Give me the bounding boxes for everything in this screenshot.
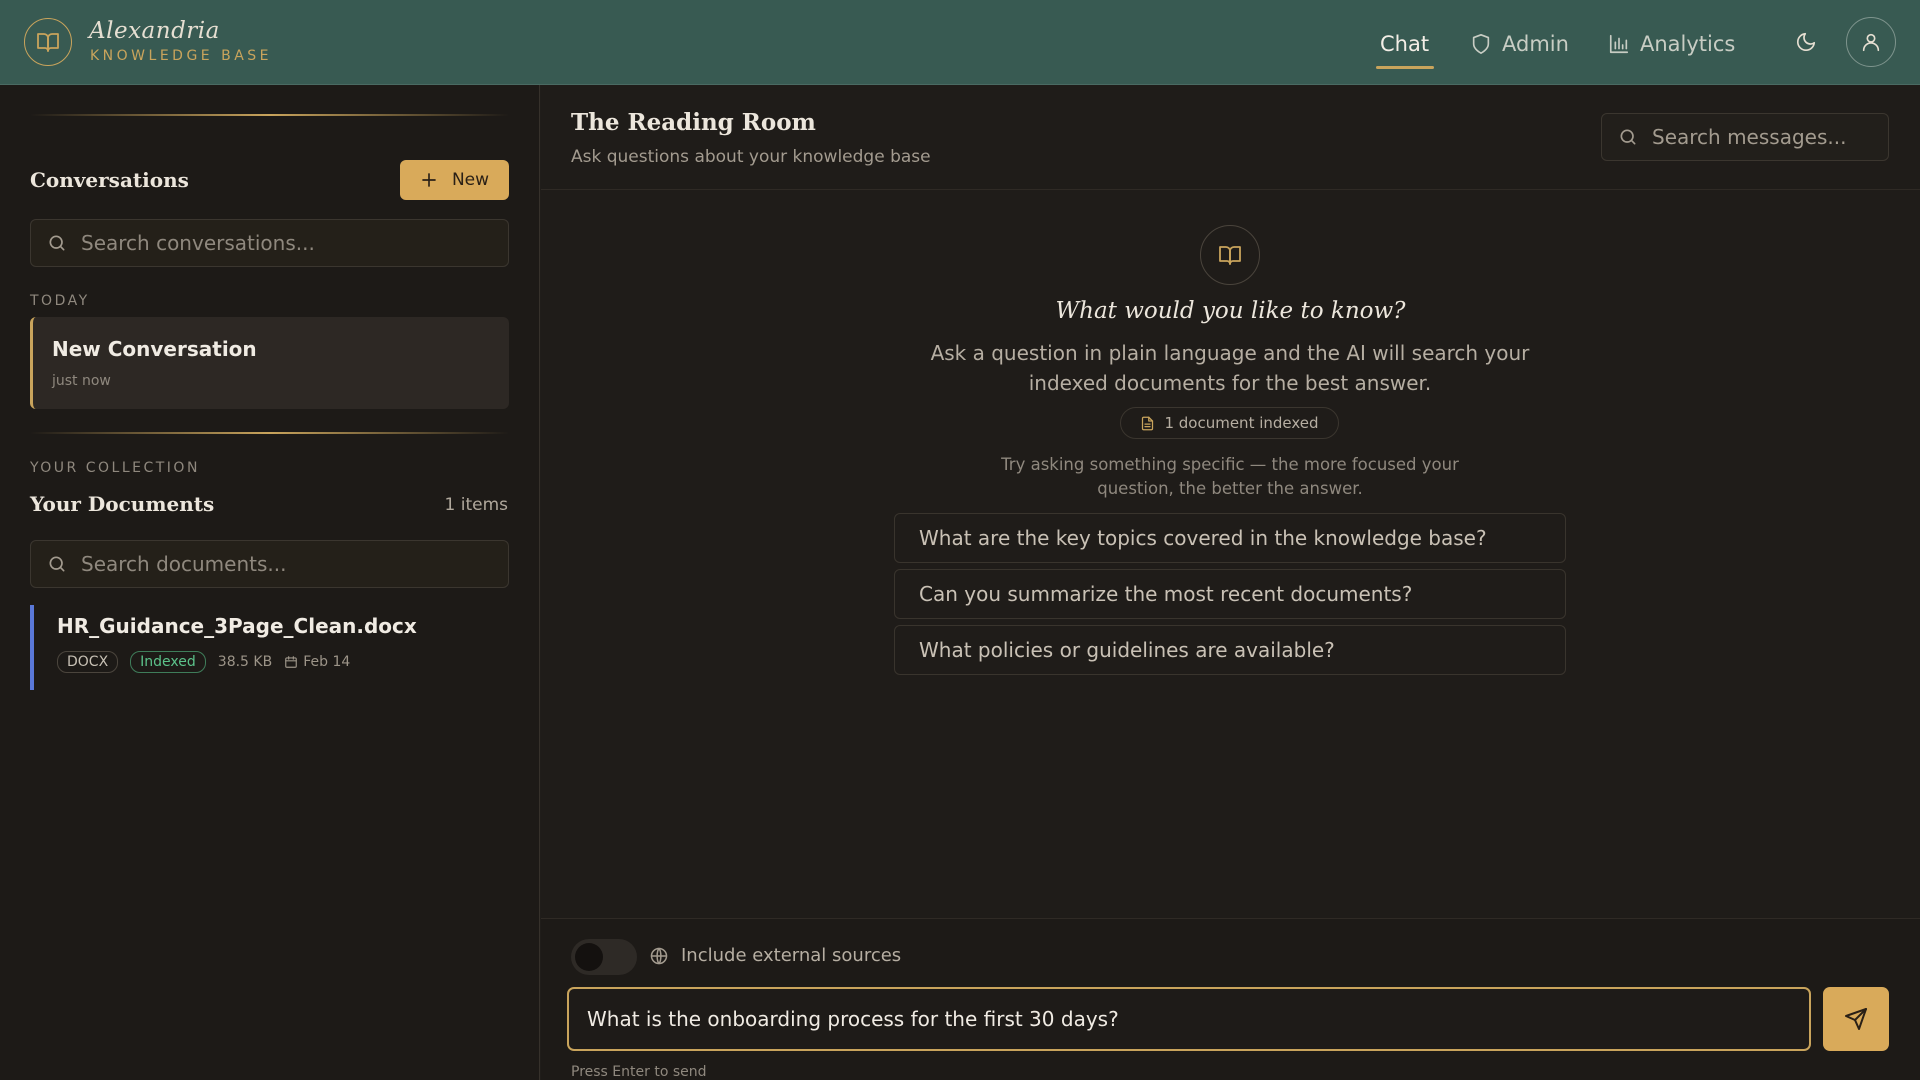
documents-count: 1 items [444, 495, 508, 515]
file-icon [1142, 416, 1154, 430]
send-icon [1845, 1008, 1867, 1030]
search-messages-box [1601, 113, 1889, 161]
chat-input-box [567, 987, 1811, 1051]
bar-chart-icon [1609, 34, 1629, 54]
main-header: The Reading Room Ask questions about you… [541, 85, 1920, 190]
suggestion-button[interactable]: Can you summarize the most recent docume… [894, 569, 1566, 619]
user-menu-button[interactable] [1846, 17, 1896, 67]
enter-to-send-hint: Press Enter to send [571, 1064, 707, 1080]
conversation-item[interactable]: New Conversation just now [30, 317, 509, 409]
document-name: HR_Guidance_3Page_Clean.docx [57, 614, 417, 638]
nav-analytics-label: Analytics [1640, 32, 1736, 56]
empty-state-hint: Try asking something specific — the more… [1001, 455, 1459, 498]
suggestion-button[interactable]: What are the key topics covered in the k… [894, 513, 1566, 563]
nav-admin[interactable]: Admin [1470, 24, 1569, 64]
conversations-title: Conversations [30, 168, 189, 192]
nav-analytics[interactable]: Analytics [1608, 24, 1735, 64]
external-sources-label-group: Include external sources [649, 945, 901, 966]
indexed-documents-label: 1 document indexed [1164, 414, 1319, 432]
document-date: Feb 14 [303, 654, 351, 670]
brand-name: Alexandria [89, 18, 220, 44]
collection-label: YOUR COLLECTION [30, 460, 200, 476]
calendar-icon [285, 656, 298, 668]
toggle-knob [575, 943, 603, 971]
search-conversations-box [30, 219, 509, 267]
send-button[interactable] [1823, 987, 1889, 1051]
today-label: TODAY [30, 293, 90, 309]
message-composer: Include external sources Press Enter to … [541, 918, 1920, 1080]
conversation-time: just now [52, 373, 111, 389]
moon-icon [1796, 32, 1816, 52]
logo[interactable] [24, 18, 72, 66]
nav-active-indicator [1376, 66, 1434, 69]
nav-chat[interactable]: Chat [1380, 24, 1429, 64]
page-title: The Reading Room [571, 109, 816, 136]
main-panel: The Reading Room Ask questions about you… [541, 85, 1920, 1080]
chat-input[interactable] [587, 1007, 1787, 1031]
nav-chat-label: Chat [1380, 32, 1430, 56]
document-type-badge: DOCX [57, 651, 119, 673]
nav-admin-label: Admin [1502, 32, 1569, 56]
search-icon [49, 556, 65, 572]
indexed-documents-badge: 1 document indexed [1120, 407, 1339, 439]
conversation-title: New Conversation [52, 337, 257, 361]
suggestion-button[interactable]: What policies or guidelines are availabl… [894, 625, 1566, 675]
book-icon [1219, 246, 1241, 265]
document-item[interactable]: HR_Guidance_3Page_Clean.docx DOCX Indexe… [30, 605, 509, 690]
documents-title: Your Documents [30, 492, 215, 516]
new-button-label: New [451, 170, 490, 190]
empty-state-icon [1200, 225, 1260, 285]
sidebar: Conversations New TODAY New Conversation… [0, 85, 540, 1080]
brand-subtitle: KNOWLEDGE BASE [90, 48, 272, 64]
search-icon [49, 235, 65, 251]
shield-icon [1472, 34, 1490, 54]
top-header: Alexandria KNOWLEDGE BASE Chat Admin Ana… [0, 0, 1920, 85]
divider [30, 432, 509, 434]
empty-state-heading: What would you like to know? [1055, 298, 1406, 324]
theme-toggle-button[interactable] [1788, 24, 1824, 60]
document-status-badge: Indexed [130, 651, 206, 673]
book-icon [37, 33, 59, 52]
page-subtitle: Ask questions about your knowledge base [571, 147, 931, 167]
search-documents-input[interactable] [81, 552, 501, 576]
external-sources-toggle[interactable] [571, 939, 637, 975]
divider [30, 114, 509, 116]
document-size: 38.5 KB [217, 654, 273, 670]
user-icon [1862, 33, 1880, 52]
empty-state-description: Ask a question in plain language and the… [930, 341, 1530, 395]
globe-icon [650, 947, 668, 964]
new-conversation-button[interactable]: New [400, 160, 509, 200]
search-conversations-input[interactable] [81, 231, 501, 255]
document-meta: DOCX Indexed 38.5 KB Feb 14 [57, 651, 350, 673]
document-date-group: Feb 14 [284, 654, 350, 670]
search-documents-box [30, 540, 509, 588]
search-messages-input[interactable] [1652, 125, 1882, 149]
plus-icon [422, 173, 436, 187]
search-icon [1620, 129, 1636, 145]
external-sources-label: Include external sources [681, 945, 902, 966]
